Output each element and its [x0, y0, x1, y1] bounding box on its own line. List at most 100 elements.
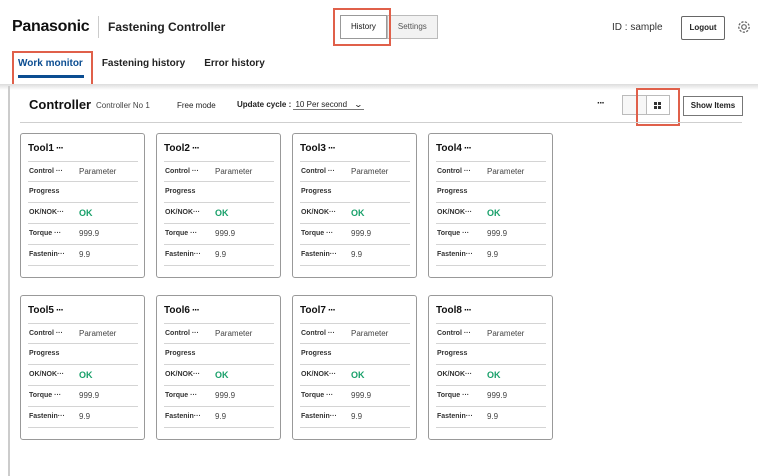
- update-cycle-label: Update cycle :: [237, 100, 292, 109]
- progress-row: Progress: [28, 182, 138, 203]
- field-value: Parameter: [79, 329, 117, 338]
- ok-nok-row: OK/NOK··· OK: [436, 365, 546, 386]
- tool-card-title: Tool2 ···: [164, 143, 200, 154]
- tool-field-list: Control ··· Parameter Progress OK/NOK··· OK T…: [28, 161, 138, 266]
- torque-row: Torque ··· 999.9: [164, 224, 274, 245]
- field-label: Control ···: [165, 330, 199, 337]
- torque-row: Torque ··· 999.9: [28, 224, 138, 245]
- tool-field-list: Control ··· Parameter Progress OK/NOK··· OK T…: [28, 323, 138, 428]
- torque-row: Torque ··· 999.9: [436, 224, 546, 245]
- fastening-row: Fastenin··· 9.9: [164, 245, 274, 266]
- ok-status-value: OK: [351, 370, 365, 380]
- tool-card: Tool3 ··· Control ··· Parameter Progress OK/N…: [292, 133, 417, 278]
- ok-status-value: OK: [215, 208, 229, 218]
- grid-toggle-highlight-box: [636, 88, 680, 126]
- fastening-row: Fastenin··· 9.9: [28, 245, 138, 266]
- tool-more-button[interactable]: ···: [192, 143, 200, 154]
- ok-status-value: OK: [487, 208, 501, 218]
- field-value: Parameter: [351, 167, 389, 176]
- field-value: 9.9: [351, 250, 363, 259]
- tab-settings[interactable]: Settings: [386, 15, 438, 39]
- fastening-row: Fastenin··· 9.9: [436, 245, 546, 266]
- control-row: Control ··· Parameter: [300, 161, 410, 182]
- field-label: Fastenin···: [437, 413, 473, 420]
- tool-more-button[interactable]: ···: [328, 305, 336, 316]
- field-value: 9.9: [487, 412, 499, 421]
- tool-field-list: Control ··· Parameter Progress OK/NOK··· OK T…: [164, 323, 274, 428]
- ok-status-value: OK: [487, 370, 501, 380]
- tool-name: Tool7: [300, 305, 326, 316]
- tool-name: Tool5: [28, 305, 54, 316]
- control-row: Control ··· Parameter: [28, 161, 138, 182]
- tool-card: Tool4 ··· Control ··· Parameter Progress OK/N…: [428, 133, 553, 278]
- tool-field-list: Control ··· Parameter Progress OK/NOK··· OK T…: [300, 161, 410, 266]
- tool-card: Tool1 ··· Control ··· Parameter Progress OK/N…: [20, 133, 145, 278]
- field-label: Fastenin···: [165, 413, 201, 420]
- tool-more-button[interactable]: ···: [464, 143, 472, 154]
- tool-name: Tool2: [164, 143, 190, 154]
- progress-row: Progress: [300, 344, 410, 365]
- tool-field-list: Control ··· Parameter Progress OK/NOK··· OK T…: [436, 323, 546, 428]
- logout-button[interactable]: Logout: [681, 16, 725, 40]
- field-label: Torque ···: [301, 230, 334, 237]
- field-label: Control ···: [165, 168, 199, 175]
- tool-card-title: Tool7 ···: [300, 305, 336, 316]
- tool-name: Tool6: [164, 305, 190, 316]
- field-label: Control ···: [29, 168, 63, 175]
- controller-name: Controller No 1: [96, 101, 150, 110]
- tool-field-list: Control ··· Parameter Progress OK/NOK··· OK T…: [164, 161, 274, 266]
- progress-row: Progress: [28, 344, 138, 365]
- tab-fastening-history[interactable]: Fastening history: [102, 58, 185, 69]
- update-cycle-value: 10 Per second: [295, 100, 348, 109]
- fastening-row: Fastenin··· 9.9: [164, 407, 274, 428]
- tool-more-button[interactable]: ···: [464, 305, 472, 316]
- field-value: 9.9: [487, 250, 499, 259]
- field-label: Control ···: [301, 330, 335, 337]
- tool-card: Tool2 ··· Control ··· Parameter Progress OK/N…: [156, 133, 281, 278]
- tool-more-button[interactable]: ···: [56, 143, 64, 154]
- tool-more-button[interactable]: ···: [56, 305, 64, 316]
- progress-row: Progress: [164, 182, 274, 203]
- ok-nok-row: OK/NOK··· OK: [436, 203, 546, 224]
- update-cycle-select[interactable]: 10 Per second ⌄: [293, 100, 364, 110]
- progress-row: Progress: [436, 344, 546, 365]
- history-highlight-box: [333, 8, 391, 46]
- field-label: Progress: [29, 350, 60, 357]
- more-options-button[interactable]: ···: [597, 98, 605, 109]
- field-label: OK/NOK···: [301, 209, 336, 216]
- gear-icon[interactable]: [736, 19, 752, 35]
- field-label: OK/NOK···: [29, 209, 64, 216]
- app-title: Fastening Controller: [108, 20, 226, 34]
- update-cycle: Update cycle : 10 Per second ⌄: [237, 100, 364, 110]
- field-label: Progress: [165, 350, 196, 357]
- torque-row: Torque ··· 999.9: [28, 386, 138, 407]
- field-label: Fastenin···: [165, 251, 201, 258]
- tool-name: Tool4: [436, 143, 462, 154]
- torque-row: Torque ··· 999.9: [300, 224, 410, 245]
- tab-error-history[interactable]: Error history: [204, 58, 265, 69]
- field-value: 9.9: [79, 250, 91, 259]
- field-label: Fastenin···: [29, 251, 65, 258]
- progress-row: Progress: [164, 344, 274, 365]
- field-label: Progress: [29, 188, 60, 195]
- progress-row: Progress: [300, 182, 410, 203]
- field-label: Torque ···: [301, 392, 334, 399]
- tool-card-title: Tool8 ···: [436, 305, 472, 316]
- field-label: OK/NOK···: [165, 209, 200, 216]
- torque-row: Torque ··· 999.9: [300, 386, 410, 407]
- field-label: Progress: [301, 188, 332, 195]
- user-id-label: ID : sample: [612, 22, 663, 33]
- field-label: Torque ···: [165, 392, 198, 399]
- control-row: Control ··· Parameter: [164, 323, 274, 344]
- field-label: Fastenin···: [301, 251, 337, 258]
- show-items-button[interactable]: Show Items: [683, 96, 743, 116]
- control-row: Control ··· Parameter: [436, 323, 546, 344]
- tool-field-list: Control ··· Parameter Progress OK/NOK··· OK T…: [436, 161, 546, 266]
- tool-more-button[interactable]: ···: [192, 305, 200, 316]
- tool-field-list: Control ··· Parameter Progress OK/NOK··· OK T…: [300, 323, 410, 428]
- tool-more-button[interactable]: ···: [328, 143, 336, 154]
- field-value: 999.9: [351, 391, 372, 400]
- torque-row: Torque ··· 999.9: [436, 386, 546, 407]
- field-value: Parameter: [79, 167, 117, 176]
- tool-name: Tool8: [436, 305, 462, 316]
